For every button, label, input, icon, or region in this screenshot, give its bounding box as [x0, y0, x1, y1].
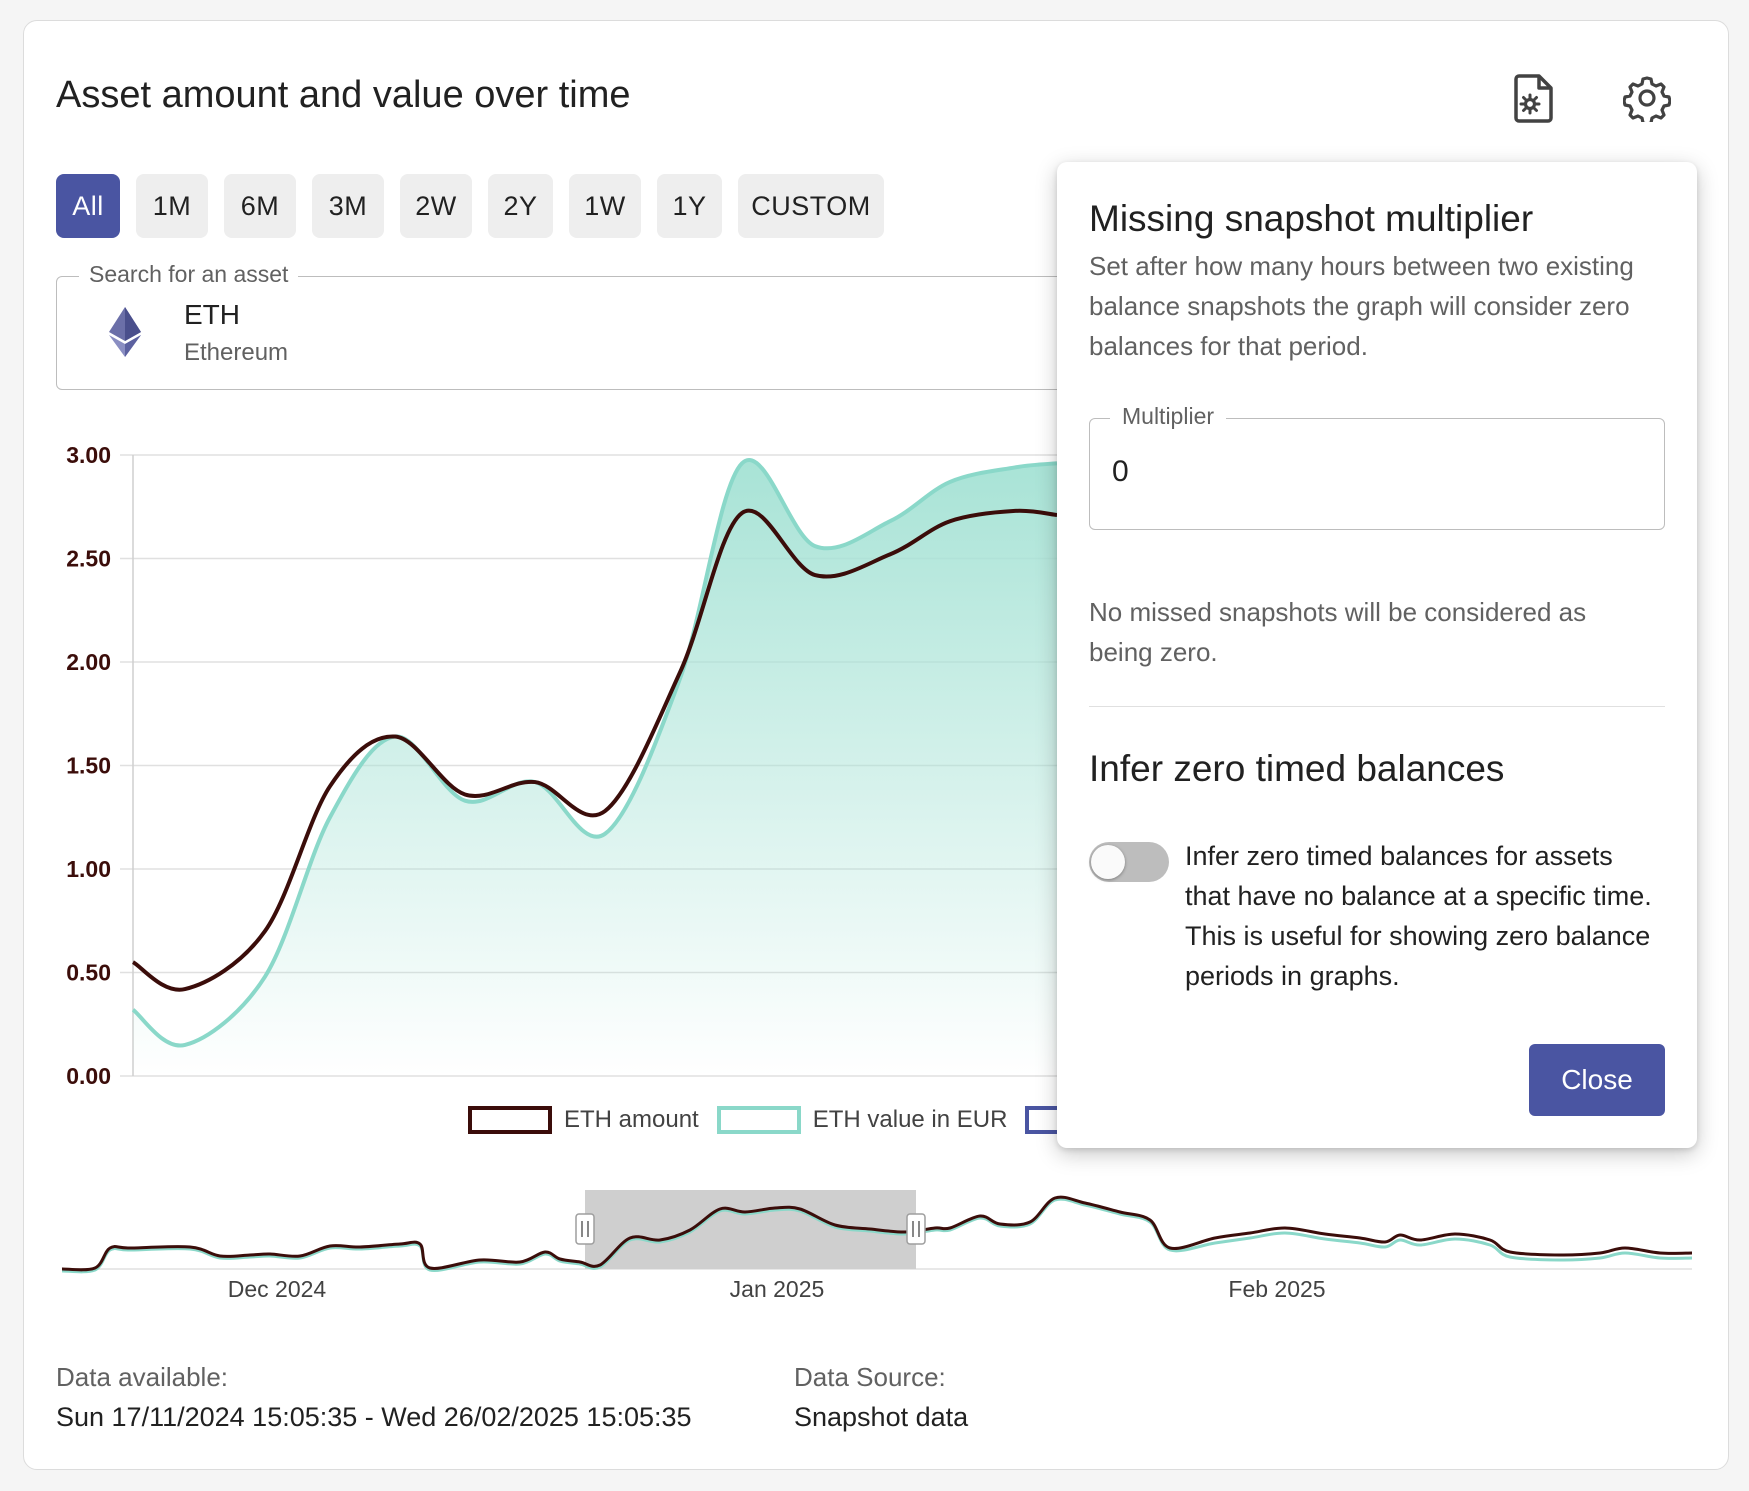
- data-available-label: Data available:: [56, 1362, 228, 1392]
- y-tick-label: 3.00: [66, 442, 111, 468]
- data-source-value: Snapshot data: [794, 1402, 969, 1432]
- legend-swatch-amount: [468, 1106, 552, 1134]
- y-tick-label: 0.00: [66, 1063, 111, 1089]
- data-available-value: Sun 17/11/2024 15:05:35 - Wed 26/02/2025…: [56, 1402, 692, 1432]
- y-tick-label: 2.00: [66, 649, 111, 675]
- data-source-label: Data Source:: [794, 1362, 946, 1392]
- chart-legend: ETH amount ETH value in EUR: [468, 1106, 1097, 1134]
- navigator-tick-jan: Jan 2025: [730, 1276, 825, 1302]
- y-tick-label: 1.00: [66, 856, 111, 882]
- legend-item-amount[interactable]: ETH amount: [468, 1106, 699, 1134]
- infer-zero-title: Infer zero timed balances: [1089, 748, 1505, 789]
- navigator-handle-right[interactable]: [906, 1213, 926, 1245]
- close-button[interactable]: Close: [1529, 1044, 1665, 1116]
- y-tick-label: 1.50: [66, 753, 111, 779]
- multiplier-hint: No missed snapshots will be considered a…: [1089, 597, 1587, 667]
- legend-label-value: ETH value in EUR: [812, 1106, 1008, 1133]
- toggle-knob: [1091, 845, 1125, 879]
- chart-settings-panel: Missing snapshot multiplier Set after ho…: [1057, 162, 1697, 1148]
- range-navigator[interactable]: Dec 2024 Jan 2025 Feb 2025: [61, 1190, 1693, 1302]
- missing-snapshot-title: Missing snapshot multiplier: [1089, 198, 1534, 239]
- y-tick-label: 0.50: [66, 960, 111, 986]
- navigator-tick-dec: Dec 2024: [228, 1276, 327, 1302]
- value-area: [133, 459, 1057, 1076]
- navigator-handle-left[interactable]: [575, 1213, 595, 1245]
- legend-item-value[interactable]: ETH value in EUR: [716, 1106, 1008, 1134]
- legend-label-amount: ETH amount: [564, 1106, 699, 1133]
- infer-zero-description: Infer zero timed balances for assets tha…: [1185, 841, 1652, 991]
- multiplier-input[interactable]: 0: [1112, 455, 1129, 489]
- infer-zero-toggle[interactable]: [1089, 842, 1169, 882]
- legend-swatch-value: [716, 1106, 801, 1134]
- multiplier-field[interactable]: Multiplier 0: [1089, 403, 1665, 530]
- missing-snapshot-description: Set after how many hours between two exi…: [1089, 251, 1634, 361]
- panel-divider: [1089, 706, 1665, 707]
- multiplier-label: Multiplier: [1110, 403, 1227, 430]
- y-tick-label: 2.50: [66, 546, 111, 572]
- navigator-tick-feb: Feb 2025: [1228, 1276, 1325, 1302]
